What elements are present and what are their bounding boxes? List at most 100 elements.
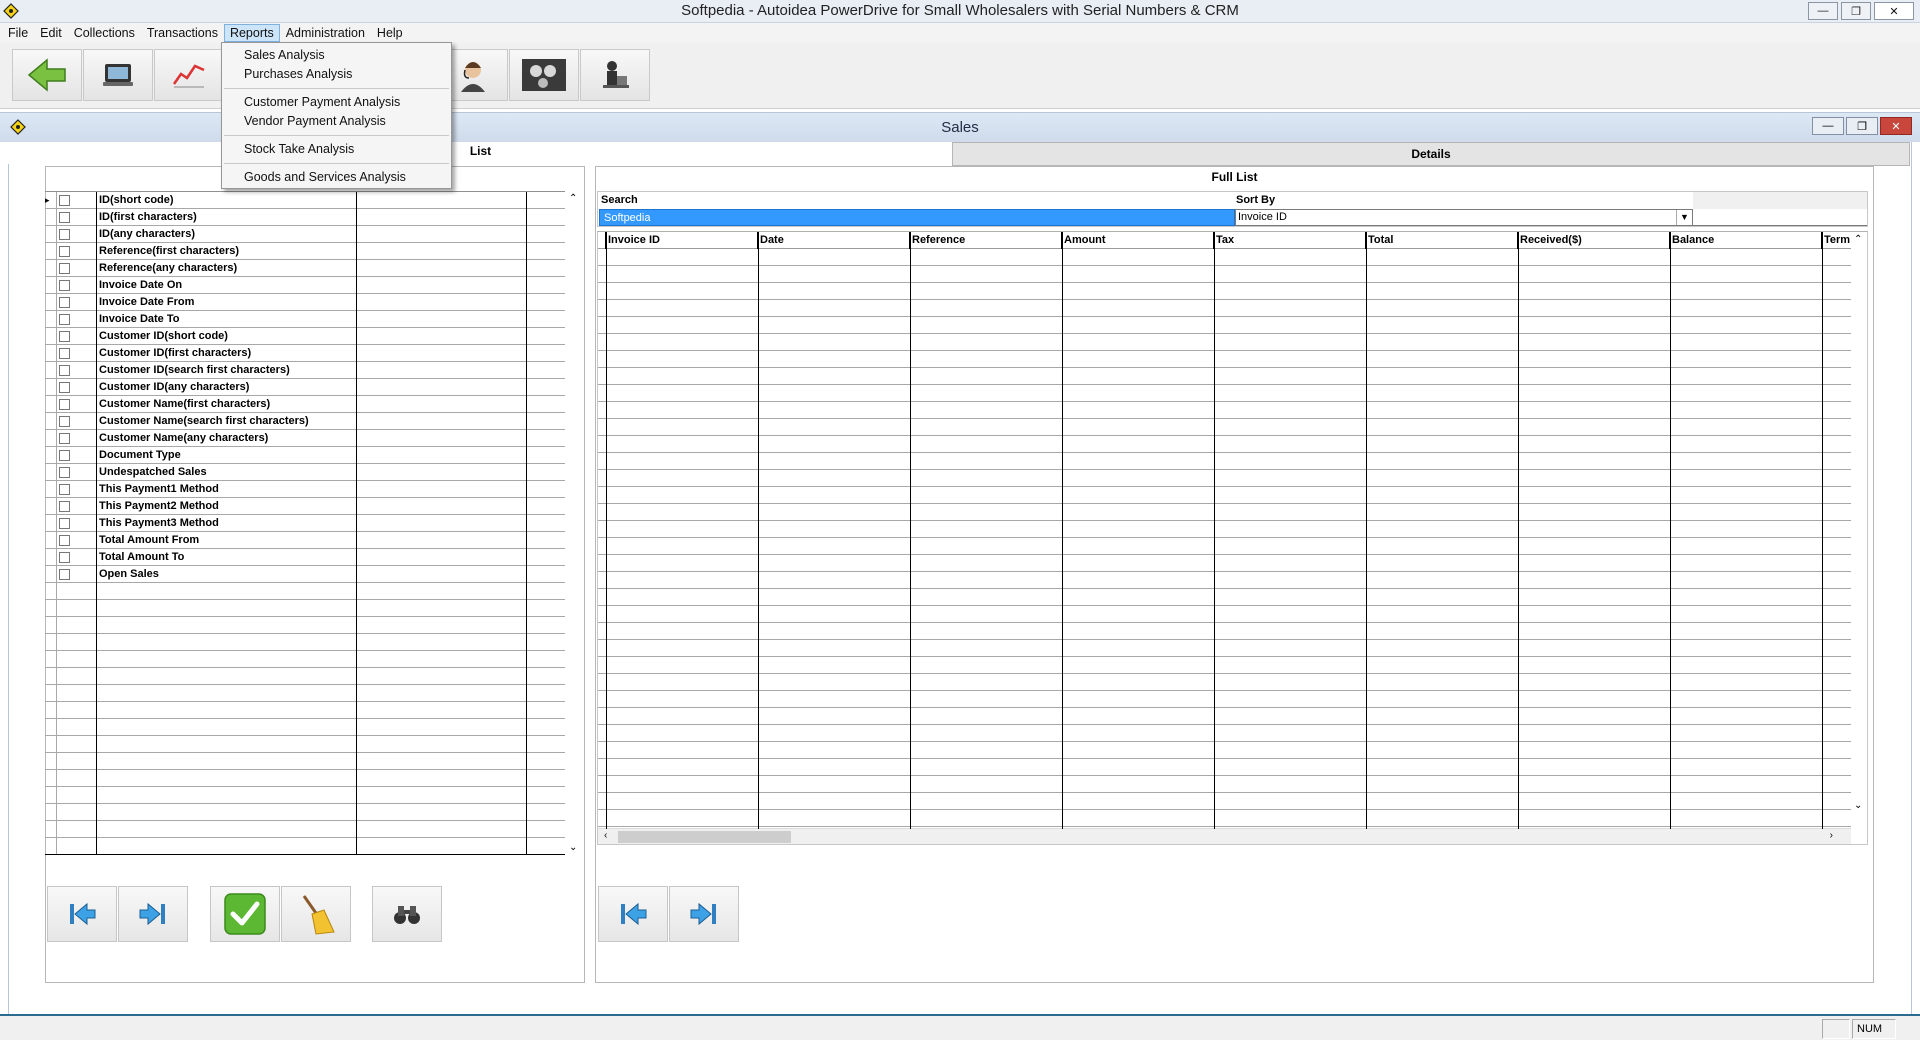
filter-checkbox[interactable] (59, 348, 70, 359)
scroll-down-icon[interactable]: ⌄ (1854, 800, 1862, 811)
filter-extra-cell[interactable] (527, 294, 565, 311)
filter-extra-cell[interactable] (527, 583, 565, 600)
filter-value-cell[interactable] (357, 838, 527, 854)
filter-row[interactable]: Customer ID(short code) (45, 328, 565, 345)
sales-minimize-button[interactable]: — (1812, 117, 1844, 135)
filter-value-cell[interactable] (357, 413, 527, 430)
table-row[interactable] (598, 657, 1853, 674)
column-header[interactable]: Term (1822, 232, 1853, 249)
menu-item-sales-analysis[interactable]: Sales Analysis (222, 46, 451, 65)
column-header[interactable]: Received($) (1518, 232, 1670, 249)
filter-extra-cell[interactable] (527, 719, 565, 736)
scroll-up-icon[interactable]: ⌃ (569, 193, 577, 204)
filter-extra-cell[interactable] (527, 821, 565, 838)
filter-extra-cell[interactable] (527, 328, 565, 345)
filter-checkbox[interactable] (59, 467, 70, 478)
minimize-button[interactable]: — (1808, 2, 1838, 20)
table-row[interactable] (598, 759, 1853, 776)
filter-checkbox[interactable] (59, 484, 70, 495)
menu-collections[interactable]: Collections (68, 24, 141, 42)
menu-item-vendor-payment-analysis[interactable]: Vendor Payment Analysis (222, 112, 451, 131)
filter-value-cell[interactable] (357, 311, 527, 328)
table-row[interactable] (598, 623, 1853, 640)
filter-extra-cell[interactable] (527, 379, 565, 396)
menu-item-stock-take-analysis[interactable]: Stock Take Analysis (222, 140, 451, 159)
toolbar-back-button[interactable] (12, 49, 82, 101)
column-header[interactable]: Invoice ID (606, 232, 758, 249)
filter-value-cell[interactable] (357, 243, 527, 260)
filter-row[interactable]: This Payment1 Method (45, 481, 565, 498)
column-header[interactable]: Tax (1214, 232, 1366, 249)
filter-row[interactable]: Document Type (45, 447, 565, 464)
filter-value-cell[interactable] (357, 294, 527, 311)
filter-value-cell[interactable] (357, 702, 527, 719)
tab-list[interactable]: List (8, 142, 953, 164)
filter-extra-cell[interactable] (527, 702, 565, 719)
table-row[interactable] (598, 538, 1853, 555)
search-input[interactable]: Softpedia (599, 209, 1235, 226)
filter-checkbox[interactable] (59, 246, 70, 257)
filter-value-cell[interactable] (357, 498, 527, 515)
filter-value-cell[interactable] (357, 787, 527, 804)
column-header[interactable]: Amount (1062, 232, 1214, 249)
filter-row[interactable]: Customer ID(search first characters) (45, 362, 565, 379)
table-row[interactable] (598, 368, 1853, 385)
invoice-grid-hscrollbar[interactable]: ‹ › (598, 828, 1851, 844)
filter-row[interactable] (45, 685, 565, 702)
filter-row[interactable] (45, 838, 565, 854)
filter-extra-cell[interactable] (527, 787, 565, 804)
filter-value-cell[interactable] (357, 804, 527, 821)
filter-value-cell[interactable] (357, 600, 527, 617)
filter-extra-cell[interactable] (527, 192, 565, 209)
sort-extra-field[interactable] (1693, 209, 1867, 226)
table-row[interactable] (598, 606, 1853, 623)
filter-row[interactable] (45, 651, 565, 668)
filter-extra-cell[interactable] (527, 515, 565, 532)
filter-row[interactable] (45, 583, 565, 600)
filter-extra-cell[interactable] (527, 549, 565, 566)
filter-value-cell[interactable] (357, 464, 527, 481)
table-row[interactable] (598, 249, 1853, 266)
filter-value-cell[interactable] (357, 328, 527, 345)
filter-extra-cell[interactable] (527, 566, 565, 583)
menu-administration[interactable]: Administration (280, 24, 371, 42)
filter-value-cell[interactable] (357, 736, 527, 753)
filter-checkbox[interactable] (59, 263, 70, 274)
table-row[interactable] (598, 419, 1853, 436)
filter-row[interactable] (45, 668, 565, 685)
filter-checkbox[interactable] (59, 399, 70, 410)
filter-extra-cell[interactable] (527, 396, 565, 413)
filter-extra-cell[interactable] (527, 668, 565, 685)
filter-row[interactable]: Open Sales (45, 566, 565, 583)
scroll-up-icon[interactable]: ⌃ (1854, 234, 1862, 245)
filter-row[interactable] (45, 719, 565, 736)
menu-item-purchases-analysis[interactable]: Purchases Analysis (222, 65, 451, 84)
filter-checkbox[interactable] (59, 501, 70, 512)
filter-extra-cell[interactable] (527, 430, 565, 447)
filter-row[interactable]: This Payment3 Method (45, 515, 565, 532)
filter-row[interactable] (45, 770, 565, 787)
filter-value-cell[interactable] (357, 481, 527, 498)
filter-checkbox[interactable] (59, 212, 70, 223)
filter-value-cell[interactable] (357, 396, 527, 413)
table-row[interactable] (598, 555, 1853, 572)
filter-extra-cell[interactable] (527, 464, 565, 481)
filter-extra-cell[interactable] (527, 243, 565, 260)
table-row[interactable] (598, 334, 1853, 351)
filter-checkbox[interactable] (59, 195, 70, 206)
scroll-left-icon[interactable]: ‹ (604, 830, 607, 841)
table-row[interactable] (598, 691, 1853, 708)
filter-row[interactable] (45, 702, 565, 719)
filter-checkbox[interactable] (59, 569, 70, 580)
filter-row[interactable]: Invoice Date On (45, 277, 565, 294)
invoice-grid-vscrollbar[interactable]: ⌃ ⌄ (1851, 232, 1867, 829)
filter-row[interactable]: Customer Name(first characters) (45, 396, 565, 413)
filter-grid-scrollbar[interactable]: ⌃ ⌄ (565, 191, 582, 855)
filter-row[interactable]: Reference(first characters) (45, 243, 565, 260)
filter-row[interactable] (45, 821, 565, 838)
filter-extra-cell[interactable] (527, 634, 565, 651)
filter-extra-cell[interactable] (527, 617, 565, 634)
filter-checkbox[interactable] (59, 297, 70, 308)
table-row[interactable] (598, 725, 1853, 742)
filter-value-cell[interactable] (357, 260, 527, 277)
